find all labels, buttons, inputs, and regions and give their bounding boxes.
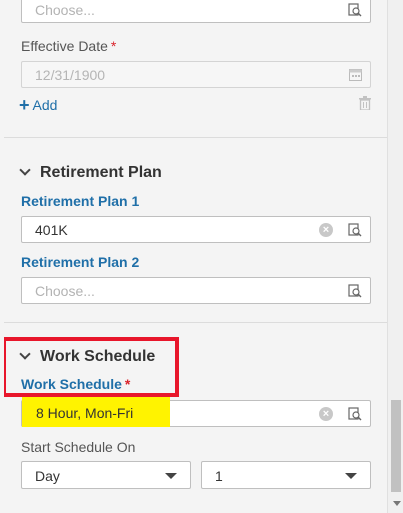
- retirement-plan-2-field[interactable]: Choose...: [21, 277, 371, 304]
- schedule-unit-value: Day: [35, 468, 60, 484]
- add-link-label: Add: [32, 97, 58, 113]
- scrollbar[interactable]: [387, 0, 403, 513]
- retirement-plan-1-value: 401K: [35, 222, 68, 238]
- retirement-plan-1-label: Retirement Plan 1: [21, 193, 140, 209]
- section-divider: [4, 322, 387, 323]
- trash-icon[interactable]: [359, 96, 371, 110]
- retirement-plan-2-label: Retirement Plan 2: [21, 254, 140, 270]
- add-link[interactable]: + Add: [19, 95, 57, 116]
- scroll-down-arrow-icon[interactable]: [393, 501, 401, 506]
- highlight-box: [4, 337, 179, 397]
- work-schedule-value: 8 Hour, Mon-Fri: [36, 405, 134, 421]
- lookup-icon[interactable]: [348, 3, 362, 17]
- required-marker: *: [110, 38, 117, 54]
- caret-down-icon: [165, 473, 177, 479]
- retirement-plan-2-placeholder: Choose...: [35, 283, 95, 299]
- clear-icon[interactable]: ×: [319, 223, 333, 237]
- schedule-number-select[interactable]: 1: [201, 461, 371, 489]
- effective-date-field: 12/31/1900: [21, 61, 371, 88]
- schedule-unit-select[interactable]: Day: [21, 461, 191, 489]
- effective-date-label: Effective Date *: [21, 38, 116, 54]
- plus-icon: +: [19, 95, 30, 115]
- section-divider: [4, 137, 387, 138]
- lookup-icon[interactable]: [348, 407, 362, 421]
- lookup-icon[interactable]: [348, 284, 362, 298]
- lookup-icon[interactable]: [348, 223, 362, 237]
- form-panel: Choose... Effective Date * 12/31/1900 + Ad…: [4, 0, 387, 513]
- clear-icon[interactable]: ×: [319, 407, 333, 421]
- retirement-plan-1-field[interactable]: 401K ×: [21, 216, 371, 243]
- retirement-plan-title: Retirement Plan: [40, 164, 162, 181]
- effective-date-label-text: Effective Date: [21, 38, 108, 54]
- scrollbar-thumb[interactable]: [391, 400, 401, 492]
- retirement-plan-header[interactable]: Retirement Plan: [18, 164, 162, 182]
- caret-down-icon: [345, 473, 357, 479]
- effective-date-value: 12/31/1900: [35, 67, 106, 83]
- schedule-number-value: 1: [215, 468, 223, 484]
- top-lookup-placeholder: Choose...: [35, 2, 95, 18]
- start-schedule-label: Start Schedule On: [21, 439, 136, 455]
- top-lookup-field[interactable]: Choose...: [21, 0, 371, 23]
- chevron-down-icon: [19, 164, 31, 176]
- calendar-icon: [349, 69, 362, 81]
